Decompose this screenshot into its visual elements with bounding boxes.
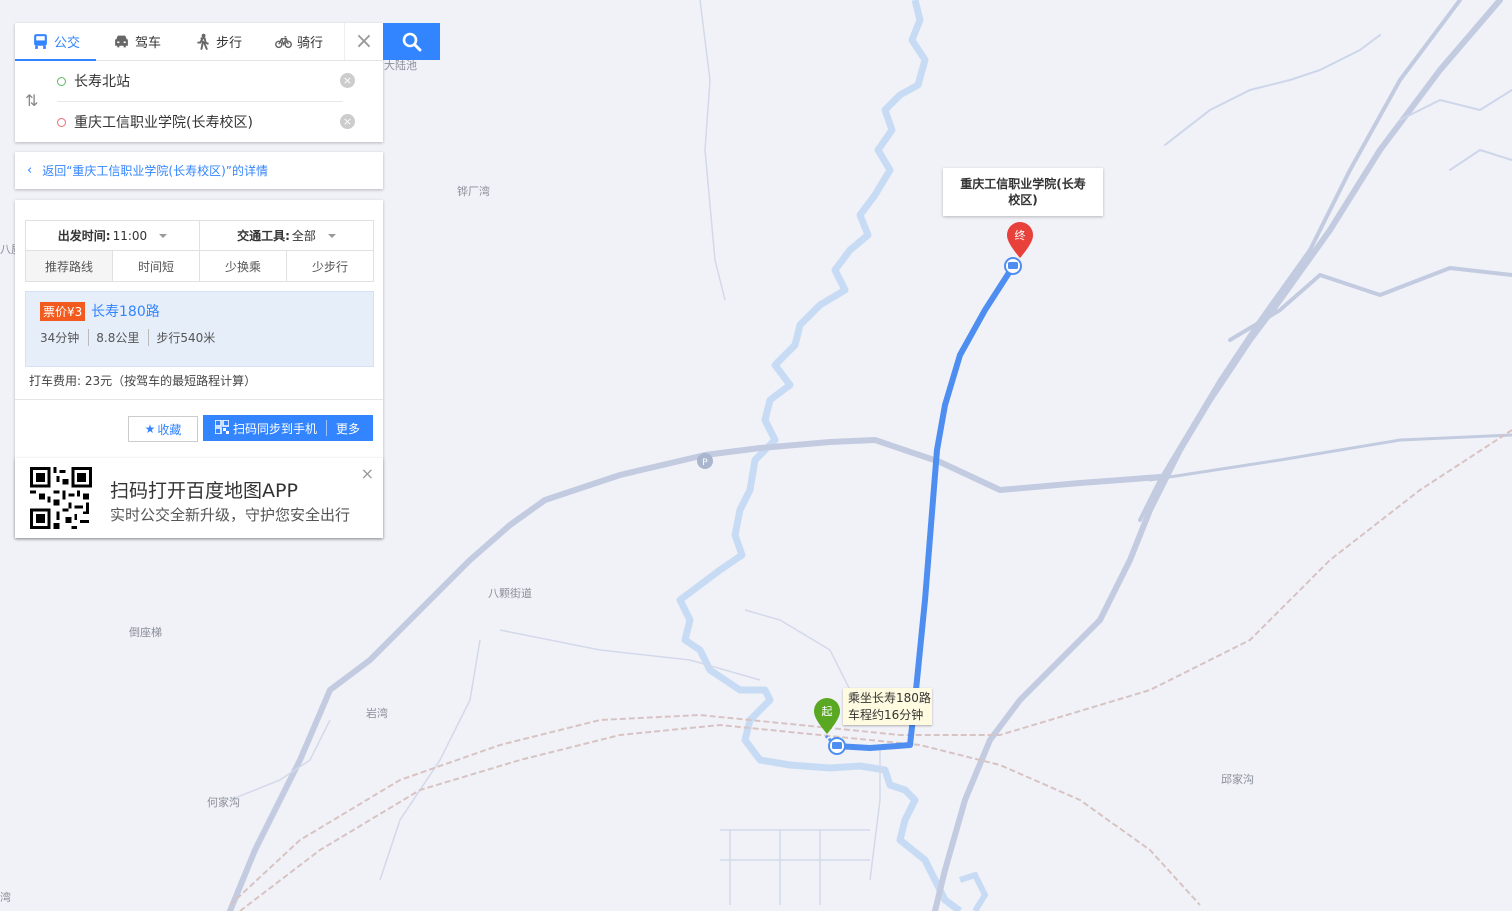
- car-icon: [115, 35, 128, 48]
- route-search-panel: 公交 驾车 步行 骑行 × ⇅ 长寿北站 × 重庆工信职业学院(长寿校区) ×: [15, 23, 383, 142]
- clear-start-icon[interactable]: ×: [340, 73, 355, 88]
- end-dot-icon: [57, 117, 66, 127]
- star-icon: ★: [144, 422, 156, 436]
- tab-recommended[interactable]: 推荐路线: [26, 251, 112, 281]
- vehicle-value: 全部: [291, 229, 316, 243]
- map-label: 铧厂湾: [457, 185, 490, 198]
- tab-fewer-transfers[interactable]: 少换乘: [199, 251, 286, 281]
- plan-distance: 8.8公里: [88, 329, 139, 346]
- bus-icon: [34, 34, 47, 49]
- start-value: 长寿北站: [74, 74, 130, 90]
- vehicle-label: 交通工具:: [237, 229, 290, 243]
- map-label: 倒座梯: [129, 626, 162, 639]
- destination-callout[interactable]: 重庆工信职业学院(长寿 校区): [943, 168, 1103, 216]
- tab-shortest-time[interactable]: 时间短: [112, 251, 199, 281]
- caret-down-icon: [327, 233, 336, 238]
- back-link-label: 返回“重庆工信职业学院(长寿校区)”的详情: [42, 164, 269, 178]
- bus-stop-end-icon: [1004, 257, 1022, 275]
- svg-text:P: P: [702, 458, 708, 468]
- departure-time-select[interactable]: 出发时间: 11:00: [26, 221, 199, 250]
- more-button[interactable]: 更多: [336, 420, 360, 437]
- search-button[interactable]: [383, 23, 440, 60]
- map-label: 何家沟: [207, 796, 240, 809]
- end-input[interactable]: 重庆工信职业学院(长寿校区) ×: [57, 102, 355, 142]
- sync-to-phone-button[interactable]: 扫码同步到手机 更多: [203, 415, 373, 441]
- tab-drive[interactable]: 驾车: [96, 23, 177, 60]
- tab-label: 骑行: [297, 36, 324, 51]
- caret-down-icon: [159, 233, 168, 238]
- favorite-button[interactable]: ★ 收藏: [128, 416, 198, 442]
- divider: [15, 399, 383, 400]
- map-label: 邱家沟: [1221, 773, 1254, 786]
- clear-end-icon[interactable]: ×: [340, 114, 355, 129]
- close-icon[interactable]: ×: [361, 464, 374, 483]
- ride-info-callout: 乘坐长寿180路 车程约16分钟: [843, 688, 932, 725]
- departure-value: 11:00: [112, 228, 148, 243]
- bike-icon: [275, 36, 292, 49]
- walk-icon: [197, 33, 209, 50]
- map-label: 八颗街道: [488, 587, 532, 600]
- ride-duration-label: 车程约16分钟: [848, 708, 924, 722]
- tab-bus[interactable]: 公交: [15, 23, 97, 61]
- tab-label: 步行: [216, 36, 243, 51]
- transport-mode-tabs: 公交 驾车 步行 骑行 ×: [15, 23, 383, 61]
- promo-subtitle: 实时公交全新升级，守护您安全出行: [110, 506, 351, 524]
- back-to-details-link[interactable]: ‹ 返回“重庆工信职业学院(长寿校区)”的详情: [15, 152, 383, 189]
- departure-label: 出发时间:: [57, 229, 111, 243]
- route-plan-card[interactable]: 票价¥3 长寿180路 34分钟 8.8公里 步行540米: [25, 291, 374, 367]
- start-input[interactable]: 长寿北站 ×: [57, 61, 355, 102]
- tab-less-walking[interactable]: 少步行: [286, 251, 373, 281]
- fare-badge: 票价¥3: [40, 302, 86, 321]
- sync-label: 扫码同步到手机: [233, 421, 318, 436]
- taxi-cost: 打车费用: 23元（按驾车的最短路程计算）: [29, 374, 257, 388]
- tab-label: 驾车: [135, 36, 162, 51]
- vehicle-select[interactable]: 交通工具: 全部: [199, 221, 373, 250]
- tab-label: 公交: [54, 36, 81, 51]
- qr-code-icon: [214, 418, 230, 437]
- close-icon[interactable]: ×: [344, 23, 383, 60]
- plan-walk: 步行540米: [148, 329, 215, 346]
- promo-title: 扫码打开百度地图APP: [110, 480, 298, 502]
- bus-line-name: 长寿180路: [91, 304, 160, 320]
- route-filter: 出发时间: 11:00 交通工具: 全部 推荐路线 时间短 少换乘 少步行: [25, 220, 374, 282]
- ride-line-label: 乘坐长寿180路: [848, 691, 931, 705]
- tab-walk[interactable]: 步行: [177, 23, 258, 60]
- start-marker-label: 起: [822, 705, 833, 718]
- qr-code-icon: [30, 467, 92, 529]
- swap-icon[interactable]: ⇅: [25, 91, 38, 110]
- start-dot-icon: [57, 76, 66, 86]
- divider: [326, 420, 328, 436]
- favorite-label: 收藏: [157, 422, 182, 437]
- tab-bike[interactable]: 骑行: [258, 23, 339, 60]
- end-value: 重庆工信职业学院(长寿校区): [74, 115, 253, 131]
- plan-duration: 34分钟: [40, 331, 80, 345]
- parking-icon: P: [697, 453, 713, 469]
- chevron-left-icon: ‹: [27, 163, 33, 178]
- end-marker-label: 终: [1015, 228, 1026, 242]
- bus-stop-start-icon: [828, 737, 846, 755]
- search-icon: [402, 32, 421, 51]
- map-label: 湾: [0, 891, 11, 904]
- app-promo-panel: 扫码打开百度地图APP 实时公交全新升级，守护您安全出行 ×: [15, 458, 383, 538]
- map-label: 岩湾: [366, 707, 388, 720]
